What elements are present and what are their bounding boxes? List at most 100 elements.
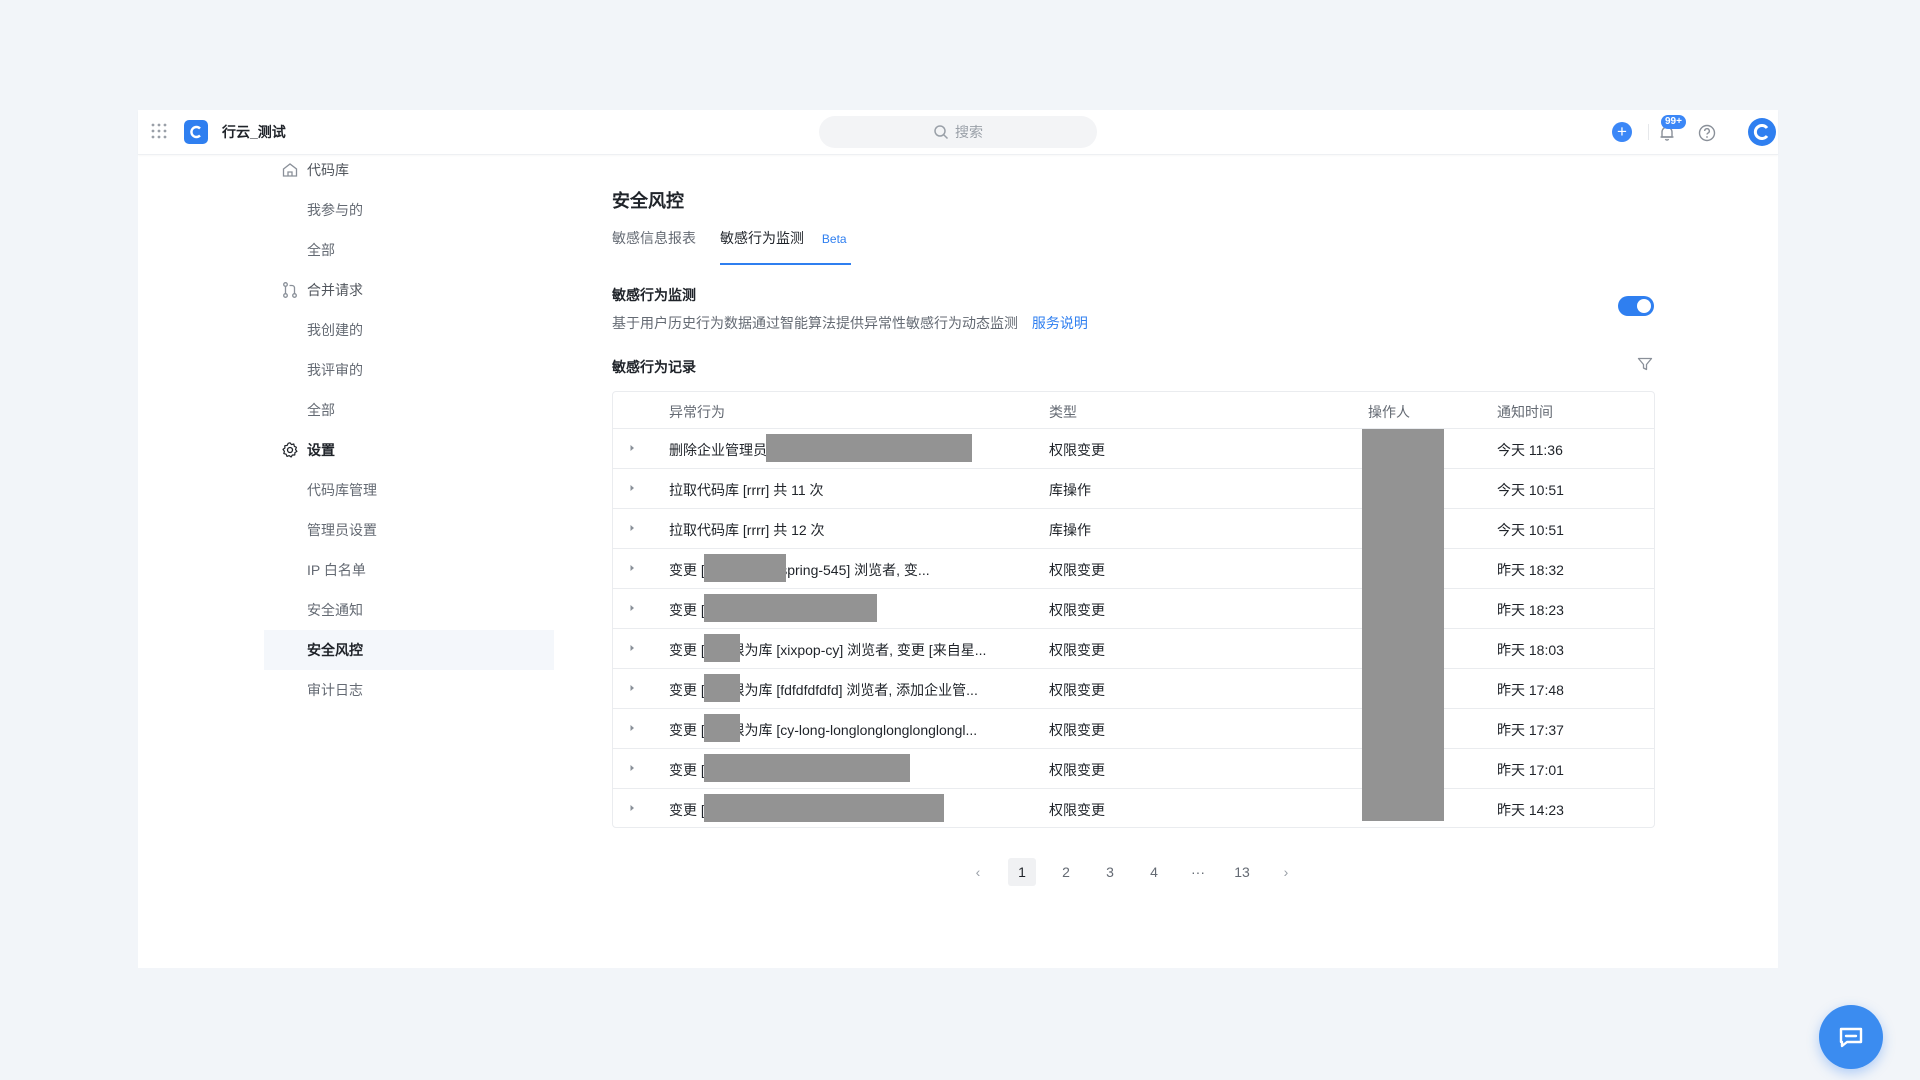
- sidebar-item-admin-settings[interactable]: 管理员设置: [264, 510, 554, 550]
- home-icon: [281, 161, 299, 179]
- expand-arrow-icon[interactable]: [627, 803, 637, 813]
- expand-arrow-icon[interactable]: [627, 483, 637, 493]
- expand-arrow-icon[interactable]: [627, 603, 637, 613]
- help-icon[interactable]: [1697, 123, 1717, 143]
- tab-label: 敏感行为监测: [720, 230, 804, 246]
- time-cell: 昨天 17:37: [1497, 722, 1564, 738]
- page-title: 安全风控: [612, 191, 684, 211]
- sidebar-group-repos[interactable]: 代码库: [264, 150, 554, 190]
- text-redaction: [766, 434, 972, 462]
- sidebar-item-repos-all[interactable]: 全部: [264, 230, 554, 270]
- type-cell: 权限变更: [1049, 802, 1105, 818]
- sidebar-item-security-risk-control[interactable]: 安全风控: [264, 630, 554, 670]
- brand-logo[interactable]: [184, 120, 208, 144]
- tab-sensitive-behavior-monitoring[interactable]: 敏感行为监测 Beta: [720, 228, 851, 265]
- column-header-operator: 操作人: [1368, 404, 1410, 420]
- behavior-cell: 拉取代码库 [rrrr] 共 11 次: [669, 482, 824, 498]
- table-row[interactable]: 拉取代码库 [rrrr] 共 12 次 库操作 今天 10:51: [613, 509, 1654, 549]
- sidebar: 代码库 我参与的 全部 合并请求 我创建的 我评审的 全部 设置 代码库管理 管…: [264, 150, 554, 710]
- table-row[interactable]: 变更 [ ] 权限为库 [xixpop-cy] 浏览者, 变更 [来自星... 权…: [613, 629, 1654, 669]
- table-row[interactable]: 变更 [ ], 来自星星 ...权限变更昨天 14:23: [613, 789, 1654, 827]
- monitor-title: 敏感行为监测: [612, 287, 696, 303]
- notification-badge: 99+: [1661, 115, 1686, 129]
- text-redaction: [704, 674, 740, 702]
- sidebar-group-settings[interactable]: 设置: [264, 430, 554, 470]
- page-button[interactable]: 13: [1228, 858, 1256, 886]
- merge-request-icon: [281, 281, 299, 299]
- page-button[interactable]: 3: [1096, 858, 1124, 886]
- tab-bar: 敏感信息报表 敏感行为监测 Beta: [612, 228, 875, 265]
- next-page-button[interactable]: ›: [1272, 858, 1300, 886]
- column-header-time: 通知时间: [1497, 404, 1553, 420]
- sidebar-item-security-notification[interactable]: 安全通知: [264, 590, 554, 630]
- text-redaction: [704, 714, 740, 742]
- type-cell: 库操作: [1049, 522, 1091, 538]
- app-window: 行云_测试 搜索 + 99+ 代码库 我参与的 全部 合并请求 我创建的 我评审…: [138, 110, 1883, 1069]
- sidebar-item-audit-log[interactable]: 审计日志: [264, 670, 554, 710]
- behavior-cell: 拉取代码库 [rrrr] 共 12 次: [669, 522, 825, 538]
- apps-grid-icon[interactable]: [150, 122, 168, 140]
- expand-arrow-icon[interactable]: [627, 643, 637, 653]
- tab-label: 敏感信息报表: [612, 230, 696, 246]
- sidebar-item-ip-whitelist[interactable]: IP 白名单: [264, 550, 554, 590]
- gear-icon: [281, 441, 299, 459]
- page-button[interactable]: 1: [1008, 858, 1036, 886]
- org-name[interactable]: 行云_测试: [222, 122, 286, 142]
- chat-support-button[interactable]: [1819, 1005, 1883, 1069]
- sidebar-item-mr-created[interactable]: 我创建的: [264, 310, 554, 350]
- sidebar-item-mr-all[interactable]: 全部: [264, 390, 554, 430]
- type-cell: 权限变更: [1049, 682, 1105, 698]
- type-cell: 权限变更: [1049, 562, 1105, 578]
- records-title: 敏感行为记录: [612, 359, 696, 375]
- table-row[interactable]: 变更 [ ] 权限为库 [lpy-2] 开...权限变更昨天 18:23: [613, 589, 1654, 629]
- table-row[interactable]: 变更 [ ] 权限为库 [cy-long-longlonglonglonglon…: [613, 709, 1654, 749]
- sidebar-item-mr-reviewed[interactable]: 我评审的: [264, 350, 554, 390]
- expand-arrow-icon[interactable]: [627, 763, 637, 773]
- records-table: 异常行为 类型 操作人 通知时间 删除企业管理员 权限变更 今天 11:36 拉取代码…: [612, 391, 1655, 828]
- table-row[interactable]: 拉取代码库 [rrrr] 共 11 次 库操作 今天 10:51: [613, 469, 1654, 509]
- sidebar-group-label: 设置: [307, 442, 335, 458]
- tab-sensitive-info-report[interactable]: 敏感信息报表: [612, 228, 696, 265]
- page-ellipsis[interactable]: ···: [1184, 858, 1212, 886]
- time-cell: 昨天 18:23: [1497, 602, 1564, 618]
- page-button[interactable]: 2: [1052, 858, 1080, 886]
- user-avatar[interactable]: [1748, 118, 1776, 146]
- expand-arrow-icon[interactable]: [627, 523, 637, 533]
- table-row[interactable]: 删除企业管理员 权限变更 今天 11:36: [613, 429, 1654, 469]
- table-header: 异常行为 类型 操作人 通知时间: [613, 392, 1654, 429]
- table-row[interactable]: 变更 [ ] 权限为库 [spring-545] 浏览者, 变... 权限变更 昨天…: [613, 549, 1654, 589]
- type-cell: 权限变更: [1049, 442, 1105, 458]
- text-redaction: [704, 794, 944, 822]
- type-cell: 权限变更: [1049, 722, 1105, 738]
- table-row[interactable]: 变更 [ ] 权限为库 [fdfdfdfdfd] 浏览者, 添加企业管... 权限…: [613, 669, 1654, 709]
- text-redaction: [704, 634, 740, 662]
- top-bar: 行云_测试 搜索 + 99+: [138, 110, 1778, 155]
- table-row[interactable]: 变更 [ ] 权限为库 [wfrw...权限变更昨天 17:01: [613, 749, 1654, 789]
- sidebar-item-repos-participated[interactable]: 我参与的: [264, 190, 554, 230]
- page-button[interactable]: 4: [1140, 858, 1168, 886]
- search-placeholder: 搜索: [955, 124, 983, 140]
- column-header-behavior: 异常行为: [669, 404, 725, 420]
- time-cell: 昨天 18:32: [1497, 562, 1564, 578]
- add-button[interactable]: +: [1612, 122, 1632, 142]
- text-redaction: [704, 754, 910, 782]
- time-cell: 今天 10:51: [1497, 522, 1564, 538]
- expand-arrow-icon[interactable]: [627, 563, 637, 573]
- expand-arrow-icon[interactable]: [627, 683, 637, 693]
- sidebar-item-repo-management[interactable]: 代码库管理: [264, 470, 554, 510]
- expand-arrow-icon[interactable]: [627, 443, 637, 453]
- column-header-type: 类型: [1049, 404, 1077, 420]
- monitor-toggle[interactable]: [1618, 296, 1654, 316]
- operator-redaction: [1362, 429, 1444, 821]
- search-input[interactable]: 搜索: [819, 116, 1097, 148]
- search-icon: [934, 125, 949, 140]
- expand-arrow-icon[interactable]: [627, 723, 637, 733]
- pagination: ‹ 1 2 3 4 ··· 13 ›: [964, 858, 1316, 886]
- sidebar-group-merge-requests[interactable]: 合并请求: [264, 270, 554, 310]
- beta-badge: Beta: [821, 232, 847, 246]
- monitor-description: 基于用户历史行为数据通过智能算法提供异常性敏感行为动态监测 服务说明: [612, 313, 1088, 333]
- prev-page-button[interactable]: ‹: [964, 858, 992, 886]
- service-info-link[interactable]: 服务说明: [1032, 315, 1088, 331]
- filter-icon[interactable]: [1636, 355, 1654, 373]
- sidebar-group-label: 合并请求: [307, 282, 363, 298]
